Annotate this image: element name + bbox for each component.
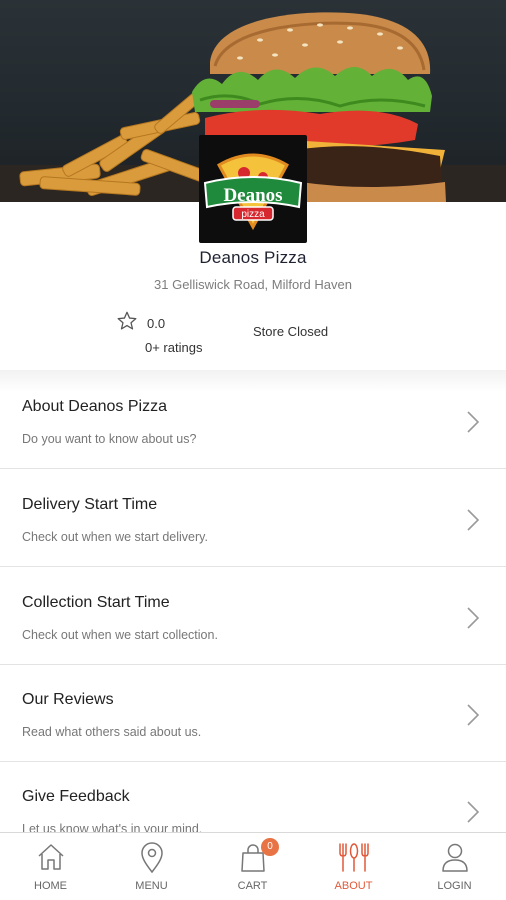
user-icon xyxy=(441,843,468,872)
star-icon xyxy=(117,311,137,330)
bottom-navigation: HOME MENU 0 CART ABOUT LOGIN xyxy=(0,832,506,900)
nav-cart-label: CART xyxy=(237,880,268,892)
nav-login-label: LOGIN xyxy=(437,880,472,892)
menu-item-subtitle: Read what others said about us. xyxy=(22,725,202,739)
chevron-right-icon xyxy=(467,411,480,433)
rating-value: 0.0 xyxy=(147,316,166,331)
chevron-right-icon xyxy=(467,704,480,726)
menu-item-subtitle: Check out when we start delivery. xyxy=(22,530,208,544)
menu-item-title: Give Feedback xyxy=(22,788,130,805)
menu-item-title: Collection Start Time xyxy=(22,594,170,611)
nav-menu[interactable]: MENU xyxy=(101,833,202,900)
store-name: Deanos Pizza xyxy=(199,248,307,267)
menu-item-our-reviews[interactable]: Our Reviews Read what others said about … xyxy=(0,665,506,762)
menu-item-about[interactable]: About Deanos Pizza Do you want to know a… xyxy=(0,372,506,469)
nav-home[interactable]: HOME xyxy=(0,833,101,900)
cart-count-badge: 0 xyxy=(261,838,279,856)
location-pin-icon xyxy=(140,842,163,874)
logo-subtext: pizza xyxy=(241,209,265,220)
ratings-count: 0+ ratings xyxy=(145,340,203,355)
store-status: Store Closed xyxy=(253,324,329,339)
nav-about-label: ABOUT xyxy=(334,880,373,892)
menu-item-subtitle: Do you want to know about us? xyxy=(22,432,197,446)
nav-login[interactable]: LOGIN xyxy=(404,833,505,900)
menu-item-subtitle: Check out when we start collection. xyxy=(22,628,218,642)
store-logo: Deanos pizza xyxy=(199,135,307,243)
menu-item-title: Delivery Start Time xyxy=(22,496,158,513)
menu-item-title: Our Reviews xyxy=(22,691,114,708)
chevron-right-icon xyxy=(467,509,480,531)
chevron-right-icon xyxy=(467,607,480,629)
home-icon xyxy=(37,844,64,870)
menu-item-delivery-start-time[interactable]: Delivery Start Time Check out when we st… xyxy=(0,470,506,567)
chevron-right-icon xyxy=(467,801,480,823)
menu-item-collection-start-time[interactable]: Collection Start Time Check out when we … xyxy=(0,568,506,665)
nav-menu-label: MENU xyxy=(135,880,168,892)
nav-home-label: HOME xyxy=(34,880,67,892)
rating-row: 0.0 0+ ratings Store Closed xyxy=(116,309,396,359)
nav-cart[interactable]: 0 CART xyxy=(202,833,303,900)
menu-item-title: About Deanos Pizza xyxy=(22,398,167,415)
nav-about[interactable]: ABOUT xyxy=(303,833,404,900)
store-address: 31 Gelliswick Road, Milford Haven xyxy=(154,277,352,292)
cutlery-icon xyxy=(338,843,369,872)
logo-text: Deanos xyxy=(223,185,282,206)
